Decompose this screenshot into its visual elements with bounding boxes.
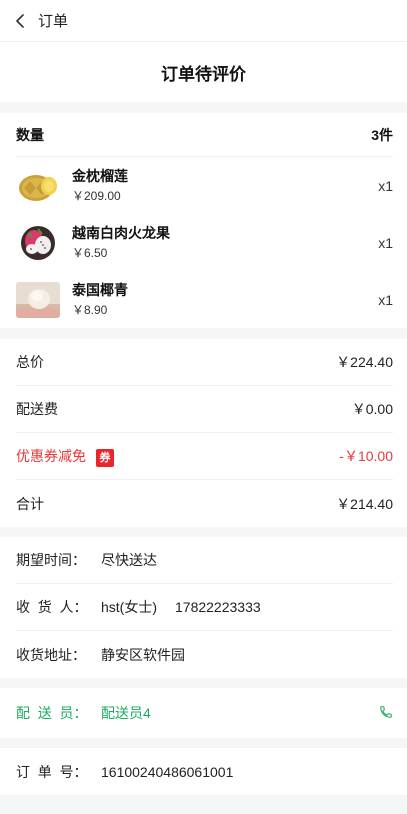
expected-time-label: 期望时间： [16,552,86,568]
delivery-fee-label: 配送费 [16,401,58,417]
total-price-label: 总价 [16,354,44,370]
total-price-value: ￥224.40 [336,354,393,370]
courier-row[interactable]: 配 送 员： 配送员4 [16,688,393,738]
courier-label: 配 送 员： [16,705,88,721]
goods-count: x1 [378,177,393,194]
goods-count: x1 [378,234,393,251]
order-number-row: 订 单 号： 16100240486061001 [16,748,393,795]
cost-card: 总价 ￥224.40 配送费 ￥0.00 优惠券减免券 -￥10.00 合计 ￥… [0,339,407,527]
order-info-card: 订 单 号： 16100240486061001 [0,748,407,795]
order-number-label: 订 单 号： [16,763,88,780]
expected-time-row: 期望时间： 尽快送达 [16,537,393,584]
courier-name: 配送员4 [101,705,151,721]
order-status-title: 订单待评价 [0,42,407,102]
goods-item[interactable]: 金枕榴莲 ￥209.00 x1 [16,157,393,214]
goods-price: ￥8.90 [72,303,108,317]
address-row: 收货地址： 静安区软件园 [16,631,393,678]
delivery-fee-value: ￥0.00 [351,401,393,417]
goods-card: 数量 3件 金枕榴莲 ￥209.00 x1 越南白肉火龙果 ￥6.50 x1 泰… [0,113,407,328]
quantity-row: 数量 3件 [16,113,393,157]
delivery-fee-row: 配送费 ￥0.00 [16,386,393,433]
sum-value: ￥214.40 [336,495,393,512]
courier-card: 配 送 员： 配送员4 [0,688,407,738]
coupon-value: -￥10.00 [339,448,393,464]
address-label: 收货地址： [16,646,86,663]
coupon-row: 优惠券减免券 -￥10.00 [16,433,393,480]
sum-row: 合计 ￥214.40 [16,480,393,527]
coconut-image [16,281,60,318]
goods-item[interactable]: 泰国椰青 ￥8.90 x1 [16,271,393,328]
address-value: 静安区软件园 [101,646,185,663]
goods-name: 泰国椰青 [72,282,128,298]
receiver-name: hst(女士) [101,599,157,615]
chevron-left-icon [16,13,24,28]
receiver-row: 收 货 人： hst(女士) 17822223333 [16,584,393,631]
dragon-fruit-image [16,224,60,261]
phone-icon[interactable] [379,705,393,722]
goods-count: x1 [378,291,393,308]
receiver-phone[interactable]: 17822223333 [175,599,261,615]
sum-label: 合计 [16,495,44,512]
receiver-label: 收 货 人： [16,599,88,615]
total-price-row: 总价 ￥224.40 [16,339,393,386]
quantity-value: 3件 [371,126,393,143]
goods-price: ￥209.00 [72,189,121,203]
nav-title: 订单 [38,13,69,30]
expected-time-value: 尽快送达 [101,552,157,568]
goods-name: 金枕榴莲 [72,168,128,184]
goods-item[interactable]: 越南白肉火龙果 ￥6.50 x1 [16,214,393,271]
coupon-badge: 券 [96,448,114,467]
delivery-info-card: 期望时间： 尽快送达 收 货 人： hst(女士) 17822223333 收货… [0,537,407,678]
coupon-label: 优惠券减免 [16,447,86,464]
quantity-label: 数量 [16,126,44,143]
goods-name: 越南白肉火龙果 [72,225,170,241]
top-nav-bar: 订单 [0,0,407,42]
durian-image [16,167,60,204]
goods-price: ￥6.50 [72,246,108,260]
order-number-value: 16100240486061001 [101,763,234,780]
back-button[interactable] [14,10,36,32]
